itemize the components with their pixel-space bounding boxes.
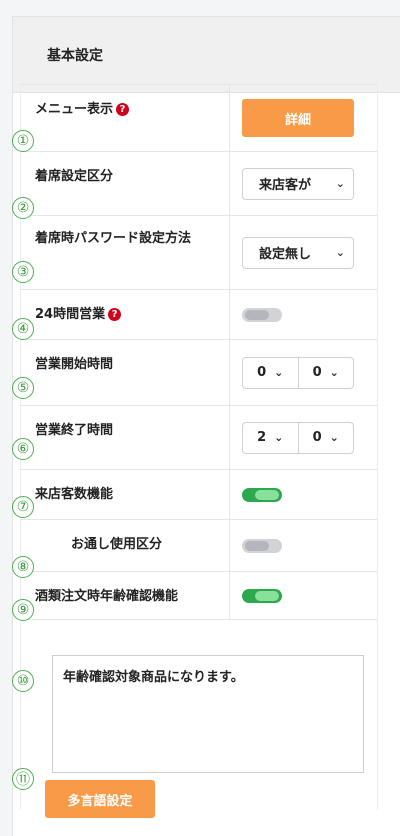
select-value: 0: [257, 365, 267, 380]
row-control: [229, 572, 377, 619]
row-label: 24時間営業?: [21, 290, 229, 339]
question-circle-icon[interactable]: ?: [108, 308, 122, 321]
row-label: お通し使用区分: [71, 537, 163, 552]
step-marker-10: ⑩: [12, 670, 34, 692]
menu-display-label: メニュー表示: [35, 102, 114, 117]
select-value: 設定無し: [259, 247, 312, 262]
step-marker-8: ⑧: [12, 556, 34, 578]
row-close-time: 営業終了時間 2 ⌄ 0 ⌄: [20, 406, 378, 470]
details-button[interactable]: 詳細: [242, 99, 354, 137]
step-marker-7: ⑦: [12, 496, 34, 518]
row-guest-count: 来店客数機能: [20, 470, 378, 520]
close-minute-select[interactable]: 0 ⌄: [297, 422, 354, 453]
row-seat-password: 着席時パスワード設定方法 設定無し ⌄: [20, 216, 378, 290]
open-hour-select[interactable]: 0 ⌄: [243, 358, 298, 388]
seat-password-select[interactable]: 設定無し ⌄: [242, 236, 354, 269]
open-24h-label: 24時間営業: [35, 307, 106, 322]
age-message-textarea[interactable]: 年齢確認対象商品になります。: [52, 655, 364, 773]
select-value: 2: [257, 430, 267, 445]
step-marker-9: ⑨: [12, 599, 34, 621]
row-label: メニュー表示?: [21, 85, 229, 151]
multilang-settings-button[interactable]: 多言語設定: [45, 780, 155, 818]
row-label: 着席設定区分: [35, 169, 114, 184]
row-label: 酒類注文時年齢確認機能: [35, 589, 179, 604]
step-marker-6: ⑥: [12, 438, 34, 460]
chevron-down-icon: ⌄: [329, 366, 339, 379]
chevron-down-icon: ⌄: [335, 246, 345, 259]
chevron-down-icon: ⌄: [329, 431, 339, 444]
row-control: [229, 290, 377, 339]
chevron-down-icon: ⌄: [274, 366, 284, 379]
seating-category-select[interactable]: 来店客が ⌄: [242, 167, 354, 200]
chevron-down-icon: ⌄: [274, 431, 284, 444]
row-control: [229, 520, 377, 571]
row-label: 来店客数機能: [35, 487, 114, 502]
close-hour-select[interactable]: 2 ⌄: [243, 423, 298, 453]
row-open-time: 営業開始時間 0 ⌄ 0 ⌄: [20, 340, 378, 406]
chevron-down-icon: ⌄: [335, 177, 345, 190]
card-header: 基本設定: [13, 17, 400, 93]
toggle-knob: [255, 590, 279, 601]
row-control: 詳細: [229, 85, 377, 151]
row-control: 2 ⌄ 0 ⌄: [229, 406, 377, 469]
row-otoshi: お通し使用区分: [20, 520, 378, 572]
step-marker-4: ④: [12, 318, 34, 340]
step-marker-11: ⑪: [12, 768, 34, 790]
row-control: 来店客が ⌄: [229, 152, 377, 215]
step-marker-5: ⑤: [12, 377, 34, 399]
row-control: 0 ⌄ 0 ⌄: [229, 340, 377, 405]
open-24h-toggle[interactable]: [242, 307, 282, 322]
toggle-knob: [245, 309, 269, 320]
guest-count-toggle[interactable]: [242, 487, 282, 502]
row-seating-category: 着席設定区分 来店客が ⌄: [20, 152, 378, 216]
select-value: 0: [312, 430, 322, 445]
row-open-24h: 24時間営業?: [20, 290, 378, 340]
open-minute-select[interactable]: 0 ⌄: [297, 357, 354, 388]
row-alcohol-age-check: 酒類注文時年齢確認機能: [20, 572, 378, 620]
step-marker-3: ③: [12, 261, 34, 283]
card-title: 基本設定: [47, 47, 103, 64]
row-label: 営業開始時間: [35, 357, 114, 372]
row-control: [229, 470, 377, 519]
select-value: 来店客が: [259, 178, 312, 193]
row-label: 営業終了時間: [35, 423, 114, 438]
open-time-selects: 0 ⌄ 0 ⌄: [242, 356, 354, 389]
row-control: 設定無し ⌄: [229, 216, 377, 289]
row-label: 着席時パスワード設定方法: [35, 231, 192, 246]
select-value: 0: [312, 365, 322, 380]
otoshi-toggle[interactable]: [242, 538, 282, 553]
row-menu-display: メニュー表示? 詳細: [20, 85, 378, 152]
step-marker-2: ②: [12, 197, 34, 219]
alcohol-age-check-toggle[interactable]: [242, 588, 282, 603]
toggle-knob: [245, 540, 269, 551]
close-time-selects: 2 ⌄ 0 ⌄: [242, 421, 354, 454]
step-marker-1: ①: [12, 130, 34, 152]
question-circle-icon[interactable]: ?: [116, 103, 130, 116]
toggle-knob: [255, 489, 279, 500]
